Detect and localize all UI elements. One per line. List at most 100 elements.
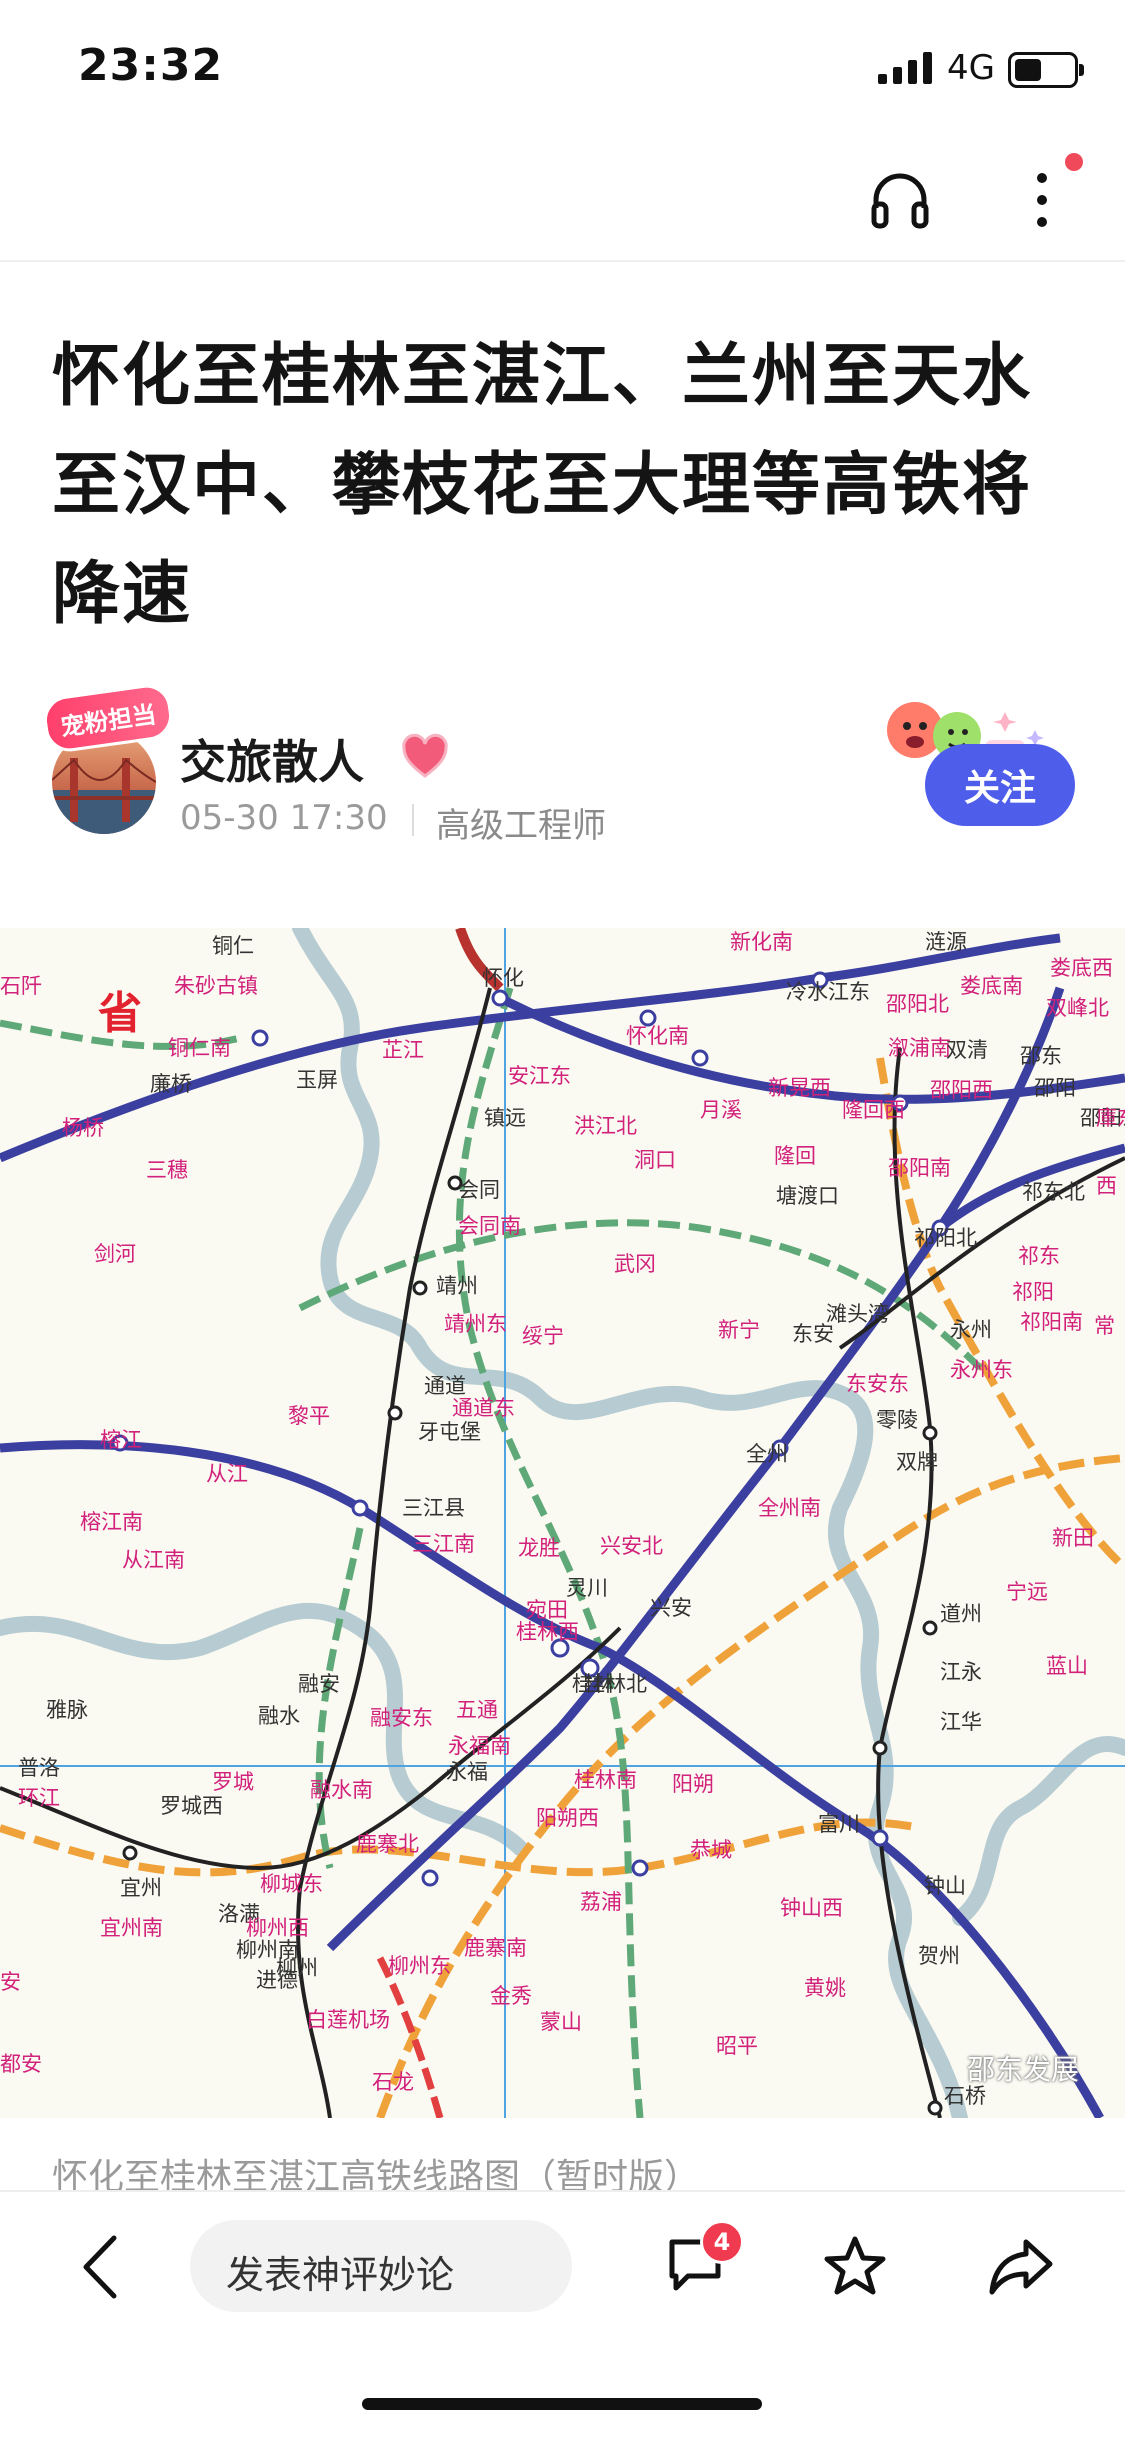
map-station-label: 道州 (940, 1602, 982, 1626)
map-station-label: 龙胜 (518, 1536, 560, 1560)
map-station-label: 永州 (950, 1318, 992, 1342)
map-station-label: 柳城东 (260, 1872, 323, 1896)
map-station-label: 西 (1096, 1174, 1117, 1198)
star-icon[interactable] (822, 2234, 888, 2300)
map-station-label: 从江南 (122, 1548, 185, 1572)
map-station-label: 鹿寨北 (356, 1832, 419, 1856)
map-station-label: 邵阳北 (886, 992, 949, 1016)
map-station-label: 桂林 (572, 1672, 614, 1696)
map-station-label: 武冈 (614, 1252, 656, 1276)
map-station-label: 罗城 (212, 1770, 254, 1794)
map-station-label: 新宁 (718, 1318, 760, 1342)
map-station-label: 蒙山 (540, 2010, 582, 2034)
share-icon[interactable] (986, 2236, 1056, 2298)
map-station-label: 柳州西 (246, 1916, 309, 1940)
map-station-label: 通道东 (452, 1396, 515, 1420)
signal-icon (878, 52, 932, 84)
map-station-label: 石阡 (0, 974, 42, 998)
network-type: 4G (947, 48, 995, 88)
map-station-label: 祁阳 (1012, 1280, 1054, 1304)
author-name[interactable]: 交旅散人 (180, 726, 364, 792)
map-station-label: 恭城 (690, 1838, 732, 1862)
map-station-label: 零陵 (876, 1408, 918, 1432)
map-station-label: 榕江南 (80, 1510, 143, 1534)
map-station-label: 祁阳北 (914, 1226, 977, 1250)
map-station-label: 金秀 (490, 1984, 532, 2008)
map-station-label: 廉桥 (150, 1072, 192, 1096)
map-station-label: 阳朔 (672, 1772, 714, 1796)
map-station-label: 阳朔西 (536, 1806, 599, 1830)
map-station-label: 怀化 (482, 966, 524, 990)
map-station-label: 铜仁 (212, 934, 254, 958)
author-row: 宠粉担当 交旅散人 05-30 17:30 高级工程师 关注 (0, 681, 1125, 860)
map-station-label: 娄底西 (1050, 956, 1113, 980)
map-station-label: 三江南 (412, 1532, 475, 1556)
map-station-label: 绥宁 (522, 1324, 564, 1348)
map-station-label: 雅脉 (46, 1698, 88, 1722)
more-icon[interactable] (1022, 168, 1062, 232)
home-indicator (362, 2398, 762, 2410)
headphone-icon[interactable] (868, 168, 932, 232)
map-station-label: 罗城西 (160, 1794, 223, 1818)
map-station-label: 环江 (18, 1786, 60, 1810)
map-graphic (0, 928, 1125, 2118)
map-station-label: 溆浦南 (888, 1036, 951, 1060)
map-station-label: 全州 (746, 1442, 788, 1466)
back-icon[interactable] (78, 2232, 122, 2302)
map-station-label: 常 (1094, 1314, 1115, 1338)
map-station-label: 新化南 (730, 930, 793, 954)
map-station-label: 白莲机场 (306, 2008, 390, 2032)
map-station-label: 冷水江东 (786, 980, 870, 1004)
notification-dot (1065, 153, 1083, 171)
map-station-label: 朱砂古镇 (174, 974, 258, 998)
map-station-label: 富川 (818, 1812, 860, 1836)
divider (412, 804, 414, 836)
map-station-label: 双峰北 (1046, 996, 1109, 1020)
map-station-label: 会同 (458, 1178, 500, 1202)
follow-button[interactable]: 关注 (925, 744, 1075, 826)
map-station-label: 玉屏 (296, 1068, 338, 1092)
map-station-label: 荔浦 (580, 1890, 622, 1914)
map-station-label: 东安 (792, 1322, 834, 1346)
map-station-label: 洪江北 (574, 1114, 637, 1138)
map-station-label: 芷江 (382, 1038, 424, 1062)
avatar-badge: 宠粉担当 (40, 681, 176, 755)
map-station-label: 安江东 (508, 1064, 571, 1088)
map-station-label: 邵阳西 (930, 1078, 993, 1102)
map-station-label: 灵川 (566, 1576, 608, 1600)
map-station-label: 剑河 (94, 1242, 136, 1266)
map-station-label: 牙屯堡 (418, 1420, 481, 1444)
map-station-label: 兴安 (650, 1596, 692, 1620)
map-station-label: 都安 (0, 2052, 42, 2076)
map-station-label: 双牌 (896, 1450, 938, 1474)
route-map-image[interactable]: 铜仁 怀化 新化南 涟源 石阡 朱砂古镇 冷水江东 娄底南 娄底西 邵阳北 双峰北 铜仁南 芷江 怀化南溆… (0, 928, 1125, 2118)
heart-icon (402, 733, 448, 778)
map-station-label: 洞口 (634, 1148, 676, 1172)
map-station-label: 隆回西 (842, 1098, 905, 1122)
map-station-label: 桂林西 (516, 1620, 579, 1644)
map-station-label: 滩头湾 (826, 1302, 889, 1326)
map-station-label: 怀化南 (626, 1024, 689, 1048)
map-station-label: 钟山 (924, 1874, 966, 1898)
map-station-label: 蓝山 (1046, 1654, 1088, 1678)
map-station-label: 会同南 (458, 1214, 521, 1238)
status-time: 23:32 (78, 40, 224, 91)
map-station-label: 涟源 (925, 930, 967, 954)
map-station-label: 隆回 (774, 1144, 816, 1168)
comment-count-badge: 4 (700, 2220, 744, 2264)
status-bar: 23:32 4G (0, 0, 1125, 130)
map-station-label: 娄底南 (960, 974, 1023, 998)
map-station-label: 全州南 (758, 1496, 821, 1520)
map-station-label: 杨桥 (62, 1116, 104, 1140)
map-station-label: 石桥 (944, 2084, 986, 2108)
map-station-label: 祁东北 (1022, 1180, 1085, 1204)
map-station-label: 宛田 (526, 1598, 568, 1622)
map-station-label: 永州东 (950, 1358, 1013, 1382)
map-station-label: 江永 (940, 1660, 982, 1684)
map-station-label: 宜州 (120, 1876, 162, 1900)
author-tag: 高级工程师 (436, 806, 606, 846)
map-station-label: 鹿寨南 (464, 1936, 527, 1960)
map-station-label: 三穗 (146, 1158, 188, 1182)
comment-input[interactable]: 发表神评妙论 (190, 2220, 572, 2312)
map-station-label: 融水南 (310, 1778, 373, 1802)
